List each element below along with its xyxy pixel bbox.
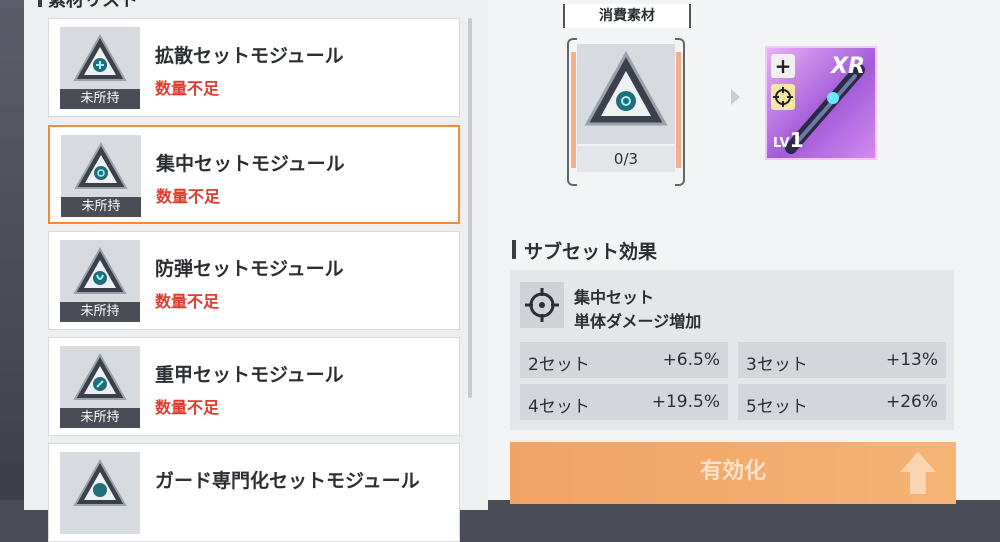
background-strip (0, 0, 24, 500)
owned-label: 未所持 (60, 89, 140, 109)
item-status: 数量不足 (155, 292, 220, 311)
item-status: 数量不足 (155, 79, 220, 98)
item-status: 数量不足 (156, 187, 221, 206)
owned-label: 未所持 (60, 302, 140, 322)
level-label: LV1 (773, 128, 803, 152)
set-bonus: 3セット +13% (738, 342, 946, 378)
crosshair-icon (771, 84, 795, 110)
arrow-up-icon (900, 452, 936, 494)
module-icon (73, 33, 127, 81)
bonus-value: +26% (885, 392, 938, 412)
activate-button[interactable]: 有効化 (510, 442, 956, 504)
module-icon (74, 141, 128, 189)
module-thumbnail (60, 452, 140, 534)
effect-description: 単体ダメージ増加 (574, 312, 702, 331)
rarity-label: XR (831, 54, 865, 79)
set-bonus: 4セット +19.5% (520, 384, 728, 420)
bonus-label: 2セット (528, 355, 590, 375)
set-bonus: 2セット +6.5% (520, 342, 728, 378)
module-thumbnail: 未所持 (60, 27, 140, 109)
item-name: 拡散セットモジュール (155, 45, 344, 67)
list-item-selected[interactable]: 未所持 集中セットモジュール 数量不足 (48, 125, 460, 224)
bonus-value: +19.5% (651, 392, 720, 412)
item-name: 集中セットモジュール (156, 153, 345, 175)
set-bonus: 5セット +26% (738, 384, 946, 420)
list-item[interactable]: 未所持 重甲セットモジュール 数量不足 (48, 337, 460, 436)
list-item[interactable]: 未所持 拡散セットモジュール 数量不足 (48, 18, 460, 117)
bonus-label: 5セット (746, 397, 808, 417)
level-value: 1 (789, 128, 804, 152)
activate-label: 有効化 (699, 459, 766, 484)
slot-thumbnail (577, 44, 675, 144)
module-icon (73, 246, 127, 294)
module-thumbnail: 未所持 (60, 346, 140, 428)
slot-bracket (567, 38, 577, 186)
effect-name: 集中セット (574, 288, 655, 307)
module-icon (584, 50, 668, 126)
subset-title: サブセット効果 (512, 237, 657, 264)
owned-label: 未所持 (60, 408, 140, 428)
item-name: 防弾セットモジュール (155, 258, 344, 280)
item-status: 数量不足 (155, 398, 220, 417)
owned-label: 未所持 (61, 197, 141, 217)
list-item[interactable]: 未所持 防弾セットモジュール 数量不足 (48, 231, 460, 330)
equipment-card[interactable]: + XR LV1 (765, 46, 877, 160)
bonus-label: 4セット (528, 397, 590, 417)
arrow-right-icon (731, 89, 740, 105)
slot-bracket (675, 38, 685, 186)
bonus-label: 3セット (746, 355, 808, 375)
material-slot[interactable]: 0/3 (567, 38, 685, 186)
subset-effect-box: 集中セット 単体ダメージ増加 2セット +6.5% 3セット +13% 4セット… (510, 270, 954, 430)
list-scrollbar[interactable] (468, 18, 472, 398)
bonus-value: +6.5% (662, 350, 720, 370)
section-title: 素材リスト (38, 0, 138, 12)
module-icon (73, 458, 127, 506)
item-name: ガード専門化セットモジュール (155, 470, 420, 492)
plus-icon: + (771, 54, 795, 78)
slot-count: 0/3 (577, 146, 675, 172)
crosshair-icon (520, 282, 564, 328)
list-item[interactable]: ガード専門化セットモジュール (48, 443, 460, 542)
level-prefix: LV (773, 136, 790, 151)
item-name: 重甲セットモジュール (155, 364, 344, 386)
bonus-value: +13% (885, 350, 938, 370)
consume-label: 消費素材 (563, 4, 691, 28)
module-thumbnail: 未所持 (61, 135, 141, 217)
module-icon (73, 352, 127, 400)
module-thumbnail: 未所持 (60, 240, 140, 322)
